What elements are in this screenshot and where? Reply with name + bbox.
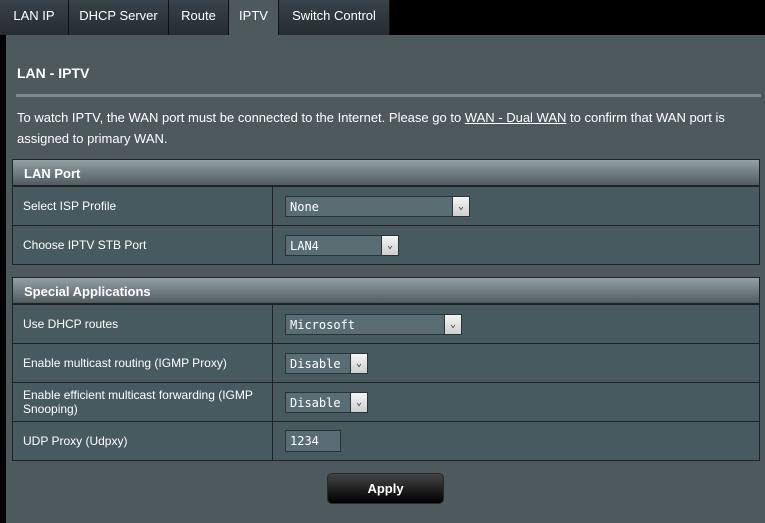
isp-profile-value: None [290, 199, 319, 214]
chevron-down-icon: ⌄ [452, 196, 469, 216]
isp-profile-row: Select ISP Profile None ⌄ [12, 186, 760, 226]
special-apps-section: Special Applications Use DHCP routes Mic… [12, 277, 760, 461]
igmp-snooping-label: Enable efficient multicast forwarding (I… [12, 382, 273, 422]
igmp-snooping-select[interactable]: Disable ⌄ [285, 391, 368, 413]
special-apps-header: Special Applications [12, 277, 760, 304]
stb-port-row: Choose IPTV STB Port LAN4 ⌄ [12, 225, 760, 265]
content-panel: LAN - IPTV To watch IPTV, the WAN port m… [6, 35, 765, 523]
udpxy-input[interactable]: 1234 [285, 430, 341, 452]
igmp-proxy-value: Disable [290, 356, 341, 371]
info-text: To watch IPTV, the WAN port must be conn… [17, 107, 752, 149]
tab-lan-ip[interactable]: LAN IP [0, 0, 69, 35]
lan-port-section: LAN Port Select ISP Profile None ⌄ Choos… [12, 159, 760, 265]
igmp-snooping-cell: Disable ⌄ [272, 382, 760, 422]
info-text-before: To watch IPTV, the WAN port must be conn… [17, 110, 465, 125]
tab-bar: LAN IP DHCP Server Route IPTV Switch Con… [0, 0, 765, 35]
dhcp-routes-select[interactable]: Microsoft ⌄ [285, 313, 462, 335]
udpxy-row: UDP Proxy (Udpxy) 1234 [12, 421, 760, 461]
chevron-down-icon: ⌄ [350, 353, 367, 373]
dhcp-routes-cell: Microsoft ⌄ [272, 304, 760, 344]
igmp-proxy-cell: Disable ⌄ [272, 343, 760, 383]
page-title: LAN - IPTV [17, 65, 90, 81]
dhcp-routes-value: Microsoft [290, 317, 356, 332]
stb-port-label: Choose IPTV STB Port [12, 225, 273, 265]
lan-port-header: LAN Port [12, 159, 760, 186]
igmp-snooping-value: Disable [290, 395, 341, 410]
lan-port-table: Select ISP Profile None ⌄ Choose IPTV ST… [12, 186, 760, 265]
udpxy-label: UDP Proxy (Udpxy) [12, 421, 273, 461]
igmp-proxy-label: Enable multicast routing (IGMP Proxy) [12, 343, 273, 383]
igmp-proxy-select[interactable]: Disable ⌄ [285, 352, 368, 374]
wan-dual-wan-link[interactable]: WAN - Dual WAN [465, 110, 567, 125]
igmp-proxy-row: Enable multicast routing (IGMP Proxy) Di… [12, 343, 760, 383]
chevron-down-icon: ⌄ [444, 314, 461, 334]
tab-dhcp-server[interactable]: DHCP Server [69, 0, 169, 35]
chevron-down-icon: ⌄ [350, 392, 367, 412]
isp-profile-label: Select ISP Profile [12, 186, 273, 226]
apply-button[interactable]: Apply [327, 473, 444, 504]
isp-profile-cell: None ⌄ [272, 186, 760, 226]
chevron-down-icon: ⌄ [381, 235, 398, 255]
title-divider [16, 94, 761, 97]
isp-profile-select[interactable]: None ⌄ [285, 195, 470, 217]
tab-route[interactable]: Route [169, 0, 229, 35]
udpxy-cell: 1234 [272, 421, 760, 461]
tab-iptv[interactable]: IPTV [229, 0, 279, 35]
stb-port-select[interactable]: LAN4 ⌄ [285, 234, 399, 256]
dhcp-routes-label: Use DHCP routes [12, 304, 273, 344]
special-apps-table: Use DHCP routes Microsoft ⌄ Enable multi… [12, 304, 760, 461]
dhcp-routes-row: Use DHCP routes Microsoft ⌄ [12, 304, 760, 344]
stb-port-value: LAN4 [290, 238, 319, 253]
tab-switch-control[interactable]: Switch Control [279, 0, 390, 35]
igmp-snooping-row: Enable efficient multicast forwarding (I… [12, 382, 760, 422]
stb-port-cell: LAN4 ⌄ [272, 225, 760, 265]
